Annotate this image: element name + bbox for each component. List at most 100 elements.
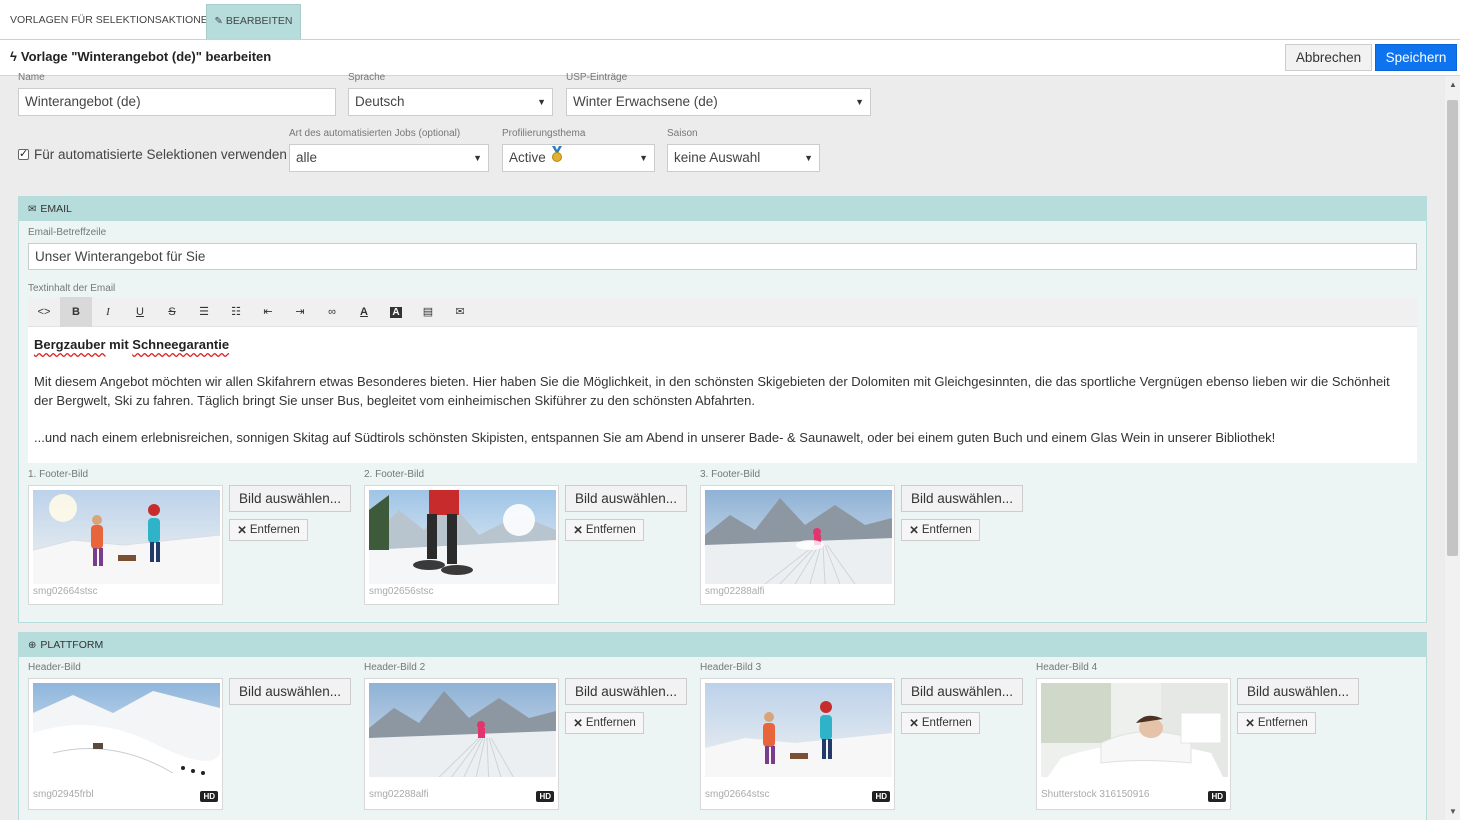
email-icon[interactable]: ✉ xyxy=(444,297,476,327)
caret-down-icon: ▼ xyxy=(473,153,482,163)
profile-value: Active xyxy=(509,150,546,165)
footer-image-label: 1. Footer-Bild xyxy=(28,469,89,480)
pick-image-button[interactable]: Bild auswählen... xyxy=(229,485,351,512)
remove-image-button[interactable]: ✕ Entfernen xyxy=(565,712,644,734)
remove-image-button[interactable]: ✕ Entfernen xyxy=(1237,712,1316,734)
remove-label: Entfernen xyxy=(585,524,636,536)
pick-image-button[interactable]: Bild auswählen... xyxy=(901,678,1023,705)
remove-image-button[interactable]: ✕ Entfernen xyxy=(901,519,980,541)
job-type-select[interactable]: alle ▼ xyxy=(289,144,489,172)
underline-icon[interactable]: U xyxy=(124,297,156,327)
hd-badge: HD xyxy=(1208,791,1226,802)
hd-badge: HD xyxy=(536,791,554,802)
usp-value: Winter Erwachsene (de) xyxy=(573,94,718,109)
remove-image-button[interactable]: ✕ Entfernen xyxy=(565,519,644,541)
globe-icon: ⊕ xyxy=(28,640,37,651)
header-image-caption: smg02945frbl xyxy=(33,789,94,800)
platform-section-title: Plattform xyxy=(40,639,104,651)
usp-select[interactable]: Winter Erwachsene (de) ▼ xyxy=(566,88,871,116)
header-image-caption: smg02664stsc xyxy=(705,789,770,800)
remove-label: Entfernen xyxy=(1257,717,1308,729)
hd-badge: HD xyxy=(872,791,890,802)
auto-selection-checkbox-row[interactable]: Für automatisierte Selektionen verwenden xyxy=(18,147,287,162)
scroll-up-icon[interactable]: ▲ xyxy=(1449,80,1457,89)
pick-image-button[interactable]: Bild auswählen... xyxy=(1237,678,1359,705)
cancel-button[interactable]: Abbrechen xyxy=(1285,44,1372,71)
subject-input[interactable]: Unser Winterangebot für Sie xyxy=(28,243,1417,270)
page-title-text: Vorlage "Winterangebot (de)" bearbeiten xyxy=(20,49,272,64)
italic-icon[interactable]: I xyxy=(92,297,124,327)
remove-label: Entfernen xyxy=(585,717,636,729)
caret-down-icon: ▼ xyxy=(804,153,813,163)
remove-image-button[interactable]: ✕ Entfernen xyxy=(901,712,980,734)
page-header: ϟ Vorlage "Winterangebot (de)" bearbeiten… xyxy=(0,40,1460,76)
remove-image-button[interactable]: ✕ Entfernen xyxy=(229,519,308,541)
footer-image-caption: smg02288alfi xyxy=(705,586,765,597)
usp-label: USP-Einträge xyxy=(566,72,628,83)
font-color-icon[interactable]: A xyxy=(348,297,380,327)
header-image-card[interactable]: smg02945frbl HD xyxy=(28,678,223,810)
scroll-down-icon[interactable]: ▼ xyxy=(1449,807,1457,816)
email-panel: ✉ Email Email-Betreffzeile Unser Winteran… xyxy=(18,196,1427,623)
language-select[interactable]: Deutsch ▼ xyxy=(348,88,553,116)
align-block-icon[interactable]: ▤ xyxy=(412,297,444,327)
header-image-card[interactable]: smg02288alfi HD xyxy=(364,678,559,810)
footer-image xyxy=(33,490,220,584)
language-value: Deutsch xyxy=(355,94,405,109)
bolt-icon: ϟ xyxy=(10,49,17,64)
footer-image xyxy=(369,490,556,584)
header-image xyxy=(1041,683,1228,777)
name-input[interactable]: Winterangebot (de) xyxy=(18,88,336,116)
save-button[interactable]: Speichern xyxy=(1375,44,1457,71)
auto-selection-label: Für automatisierte Selektionen verwenden xyxy=(34,147,287,162)
code-icon[interactable]: <> xyxy=(28,297,60,327)
caret-down-icon: ▼ xyxy=(639,153,648,163)
envelope-icon: ✉ xyxy=(28,204,37,215)
footer-image-caption: smg02664stsc xyxy=(33,586,98,597)
pick-image-button[interactable]: Bild auswählen... xyxy=(229,678,351,705)
headline-word-3: Schneegarantie xyxy=(132,337,230,352)
close-icon: ✕ xyxy=(573,718,583,730)
footer-image-caption: smg02656stsc xyxy=(369,586,434,597)
header-image-card[interactable]: Shutterstock 316150916 HD xyxy=(1036,678,1231,810)
pick-image-button[interactable]: Bild auswählen... xyxy=(901,485,1023,512)
close-icon: ✕ xyxy=(1245,718,1255,730)
job-type-label: Art des automatisierten Jobs (optional) xyxy=(289,128,461,139)
close-icon: ✕ xyxy=(573,525,583,537)
email-paragraph-1: Mit diesem Angebot möchten wir allen Ski… xyxy=(34,374,1390,408)
subject-label: Email-Betreffzeile xyxy=(28,227,107,238)
ordered-list-icon[interactable]: ☷ xyxy=(220,297,252,327)
tab-templates[interactable]: Vorlagen für Selektionsaktionen xyxy=(0,4,225,39)
footer-image-card[interactable]: smg02664stsc xyxy=(28,485,223,605)
pick-image-button[interactable]: Bild auswählen... xyxy=(565,678,687,705)
pick-image-button[interactable]: Bild auswählen... xyxy=(565,485,687,512)
medal-icon xyxy=(550,145,564,171)
header-image-card[interactable]: smg02664stsc HD xyxy=(700,678,895,810)
footer-image-card[interactable]: smg02656stsc xyxy=(364,485,559,605)
scrollbar-thumb[interactable] xyxy=(1447,100,1458,556)
header-image-label: Header-Bild xyxy=(28,662,81,673)
header-image xyxy=(33,683,220,777)
footer-image-card[interactable]: smg02288alfi xyxy=(700,485,895,605)
outdent-icon[interactable]: ⇤ xyxy=(252,297,284,327)
header-image xyxy=(369,683,556,777)
close-icon: ✕ xyxy=(237,525,247,537)
auto-selection-checkbox[interactable] xyxy=(18,147,29,160)
caret-down-icon: ▼ xyxy=(855,97,864,107)
profile-select[interactable]: Active ▼ xyxy=(502,144,655,172)
strikethrough-icon[interactable]: S xyxy=(156,297,188,327)
indent-icon[interactable]: ⇥ xyxy=(284,297,316,327)
email-body-editor[interactable]: Bergzauber mit Schneegarantie Mit diesem… xyxy=(28,327,1417,463)
header-image xyxy=(705,683,892,777)
unordered-list-icon[interactable]: ☰ xyxy=(188,297,220,327)
link-icon[interactable]: ∞ xyxy=(316,297,348,327)
close-icon: ✕ xyxy=(909,525,919,537)
tab-edit[interactable]: ✎ Bearbeiten xyxy=(206,4,301,39)
scrollbar[interactable]: ▲ ▼ xyxy=(1445,76,1460,820)
bold-icon[interactable]: B xyxy=(60,297,92,327)
season-select[interactable]: keine Auswahl ▼ xyxy=(667,144,820,172)
remove-label: Entfernen xyxy=(921,524,972,536)
email-section-title: Email xyxy=(40,203,72,215)
background-color-icon[interactable]: A xyxy=(380,297,412,327)
close-icon: ✕ xyxy=(909,718,919,730)
